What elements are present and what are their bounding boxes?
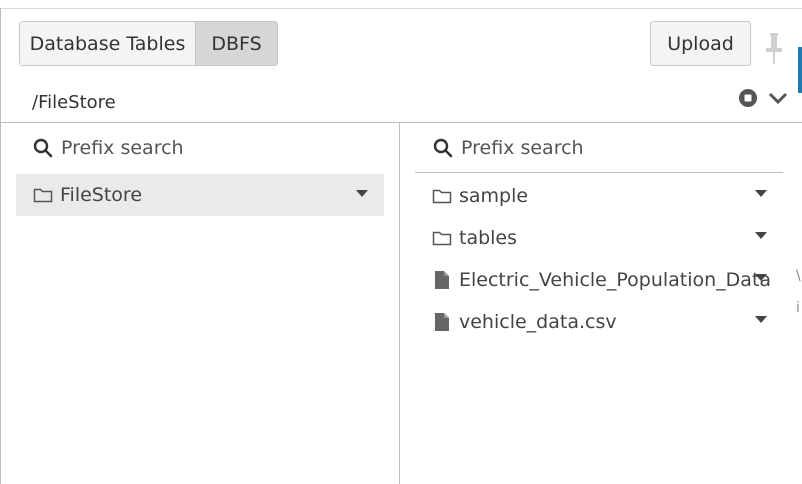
file-icon xyxy=(435,271,449,289)
list-item-label: vehicle_data.csv xyxy=(459,311,617,333)
caret-down-icon[interactable] xyxy=(755,274,767,282)
tab-dbfs[interactable]: DBFS xyxy=(196,22,277,65)
list-item-electric-vehicle-csv[interactable]: Electric_Vehicle_Population_Data.csv xyxy=(432,268,772,292)
pane-divider xyxy=(399,122,400,484)
left-search[interactable]: Prefix search xyxy=(33,137,184,159)
stop-icon[interactable] xyxy=(739,89,757,107)
list-item-sample[interactable]: sample xyxy=(432,184,528,208)
tab-database-tables[interactable]: Database Tables xyxy=(20,22,196,65)
background-glyph: \ xyxy=(796,268,801,284)
caret-down-icon[interactable] xyxy=(755,316,767,324)
search-icon xyxy=(33,138,53,158)
folder-icon xyxy=(432,231,452,246)
search-icon xyxy=(433,138,453,158)
panel-left-edge xyxy=(0,8,1,484)
upload-button[interactable]: Upload xyxy=(650,21,751,66)
chevron-down-icon[interactable] xyxy=(768,90,788,106)
background-accent xyxy=(798,47,802,93)
top-divider xyxy=(0,8,802,9)
caret-down-icon[interactable] xyxy=(755,232,767,240)
list-item-label: tables xyxy=(459,227,518,249)
folder-icon xyxy=(33,188,53,203)
right-search-placeholder: Prefix search xyxy=(461,137,584,159)
source-tabs: Database Tables DBFS xyxy=(19,21,278,66)
list-item-label: FileStore xyxy=(60,184,143,206)
header-divider xyxy=(0,122,802,123)
caret-down-icon[interactable] xyxy=(755,190,767,198)
pin-icon[interactable] xyxy=(764,32,784,66)
file-icon xyxy=(435,313,449,331)
background-glyph: i xyxy=(796,300,800,316)
left-search-placeholder: Prefix search xyxy=(61,137,184,159)
folder-icon xyxy=(432,189,452,204)
list-item-filestore[interactable]: FileStore xyxy=(16,174,384,216)
list-item-vehicle-data-csv[interactable]: vehicle_data.csv xyxy=(432,310,617,334)
right-search[interactable]: Prefix search xyxy=(433,137,584,159)
search-underline xyxy=(415,172,783,173)
current-path: /FileStore xyxy=(32,92,116,113)
list-item-label: Electric_Vehicle_Population_Data.csv xyxy=(459,269,772,291)
caret-down-icon[interactable] xyxy=(356,190,368,198)
list-item-tables[interactable]: tables xyxy=(432,226,517,250)
list-item-label: sample xyxy=(459,185,529,207)
